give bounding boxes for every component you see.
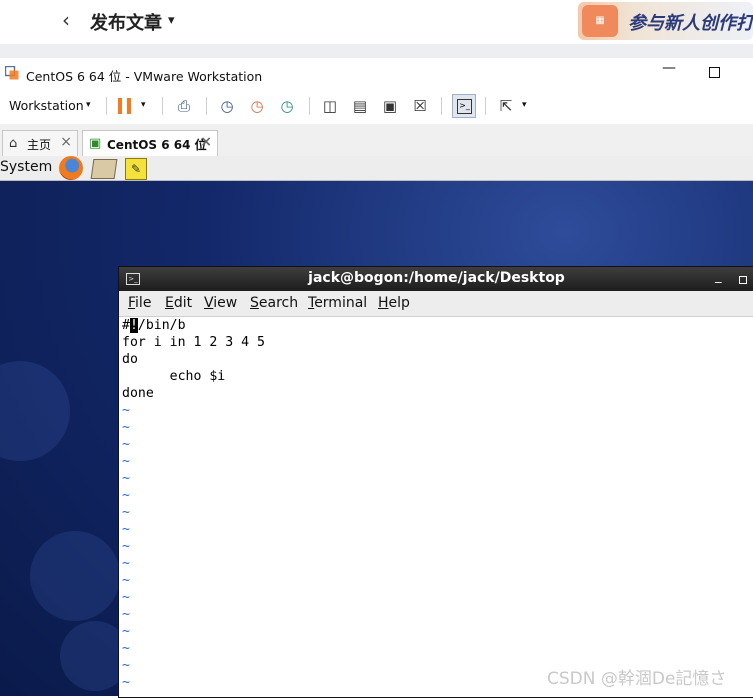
menu-edit[interactable]: Edit — [165, 295, 192, 311]
system-menu[interactable]: System — [0, 159, 52, 175]
stretch-guest-icon[interactable]: ⇱ — [496, 96, 516, 116]
window-title: CentOS 6 64 位 - VMware Workstation — [26, 69, 263, 84]
minimize-button[interactable]: — — [662, 60, 676, 76]
tilde-line: ~ — [122, 573, 130, 588]
sidebar-toggle-icon[interactable]: ◫ — [320, 96, 340, 116]
vmware-logo-icon — [5, 66, 19, 80]
send-ctrl-alt-del-icon[interactable]: ⎙ — [174, 96, 194, 116]
tab-home[interactable]: ⌂ 主页 × — [2, 130, 78, 157]
workstation-menu[interactable]: Workstation — [9, 98, 84, 113]
tilde-line: ~ — [122, 505, 130, 520]
tilde-line: ~ — [122, 607, 130, 622]
tilde-line: ~ — [122, 556, 130, 571]
fullscreen-icon[interactable]: ▣ — [380, 96, 400, 116]
pause-icon[interactable] — [118, 98, 132, 114]
toolbar-divider — [206, 97, 207, 115]
terminal-text-area[interactable]: #!/bin/b for i in 1 2 3 4 5 do echo $i done… — [122, 317, 752, 691]
page-title: 发布文章 — [90, 13, 162, 34]
console-view-button[interactable]: >_ — [452, 94, 476, 118]
promo-banner-text: 参与新人创作打 — [628, 13, 753, 34]
toolbar-divider — [309, 97, 310, 115]
editor-line: echo $i — [122, 369, 226, 384]
tab-label: 主页 — [27, 138, 52, 152]
calendar-icon: ▦ — [582, 5, 618, 37]
vm-icon: ▣ — [89, 136, 102, 151]
menu-view[interactable]: View — [204, 295, 237, 311]
chevron-down-icon[interactable]: ▾ — [141, 100, 146, 110]
editor-line: for i in 1 2 3 4 5 — [122, 335, 265, 350]
maximize-button[interactable] — [739, 276, 747, 284]
tilde-line: ~ — [122, 471, 130, 486]
unity-icon[interactable]: ☒ — [410, 96, 430, 116]
notes-icon[interactable]: ✎ — [125, 158, 147, 180]
maximize-button[interactable] — [709, 67, 720, 78]
menu-file[interactable]: File — [128, 295, 151, 311]
close-icon[interactable]: × — [200, 134, 212, 150]
toolbar-divider — [162, 97, 163, 115]
toolbar-divider — [106, 97, 107, 115]
tilde-line: ~ — [122, 403, 130, 418]
thumbnail-bar-icon[interactable]: ▤ — [350, 96, 370, 116]
tilde-line: ~ — [122, 641, 130, 656]
snapshot-manager-icon[interactable]: ◷ — [277, 96, 297, 116]
terminal-menubar: File Edit View Search Terminal Help — [119, 291, 753, 317]
csdn-header: ‹ 发布文章 ▾ ▦ 参与新人创作打 — [0, 0, 753, 44]
toolbar-divider — [441, 97, 442, 115]
home-icon: ⌂ — [9, 136, 18, 151]
csdn-watermark: CSDN @幹涸De記憶さ — [547, 669, 727, 689]
terminal-titlebar[interactable]: >_ jack@bogon:/home/jack/Desktop _ — [119, 267, 753, 291]
editor-toolbar-strip — [0, 44, 753, 58]
snapshot-icon[interactable]: ◷ — [217, 96, 237, 116]
minimize-button[interactable]: _ — [715, 269, 722, 284]
gnome-top-panel: System ✎ — [0, 156, 753, 181]
tab-centos[interactable]: ▣ CentOS 6 64 位 × — [82, 130, 218, 157]
vmware-toolbar: Workstation ▾ ▾ ⎙ ◷ ◷ ◷ ◫ ▤ ▣ ☒ >_ ⇱ ▾ — [0, 88, 753, 125]
terminal-title: jack@bogon:/home/jack/Desktop — [308, 270, 565, 286]
menu-help[interactable]: Help — [378, 295, 410, 311]
firefox-icon[interactable] — [59, 156, 83, 180]
editor-line: #!/bin/b — [122, 318, 186, 333]
tilde-line: ~ — [122, 539, 130, 554]
tilde-line: ~ — [122, 437, 130, 452]
wallpaper-decoration — [0, 361, 70, 461]
vm-tab-bar: ⌂ 主页 × ▣ CentOS 6 64 位 × — [0, 124, 753, 157]
editor-line: done — [122, 386, 154, 401]
revert-snapshot-icon[interactable]: ◷ — [247, 96, 267, 116]
tilde-line: ~ — [122, 420, 130, 435]
promo-banner[interactable]: ▦ 参与新人创作打 — [578, 2, 753, 40]
back-icon[interactable]: ‹ — [62, 8, 70, 32]
wallpaper-decoration — [30, 531, 120, 621]
editor-line: do — [122, 352, 138, 367]
toolbar-divider — [485, 97, 486, 115]
tilde-line: ~ — [122, 624, 130, 639]
terminal-icon: >_ — [457, 99, 472, 114]
terminal-window[interactable]: >_ jack@bogon:/home/jack/Desktop _ File … — [118, 266, 753, 698]
tilde-line: ~ — [122, 488, 130, 503]
tilde-line: ~ — [122, 454, 130, 469]
close-icon[interactable]: × — [60, 134, 72, 150]
mail-icon[interactable] — [90, 159, 118, 179]
text-cursor: ! — [129, 318, 138, 333]
menu-terminal[interactable]: Terminal — [308, 295, 367, 311]
tab-label: CentOS 6 64 位 — [107, 138, 207, 152]
menu-search[interactable]: Search — [250, 295, 298, 311]
chevron-down-icon[interactable]: ▾ — [86, 100, 91, 110]
vmware-titlebar: CentOS 6 64 位 - VMware Workstation — — [0, 58, 753, 88]
tilde-line: ~ — [122, 590, 130, 605]
chevron-down-icon[interactable]: ▾ — [522, 100, 527, 110]
chevron-down-icon[interactable]: ▾ — [168, 13, 175, 28]
empty-line-markers: ~ ~ ~ ~ ~ ~ ~ ~ ~ ~ ~ ~ ~ ~ ~ ~ ~ — [122, 402, 752, 691]
tilde-line: ~ — [122, 522, 130, 537]
